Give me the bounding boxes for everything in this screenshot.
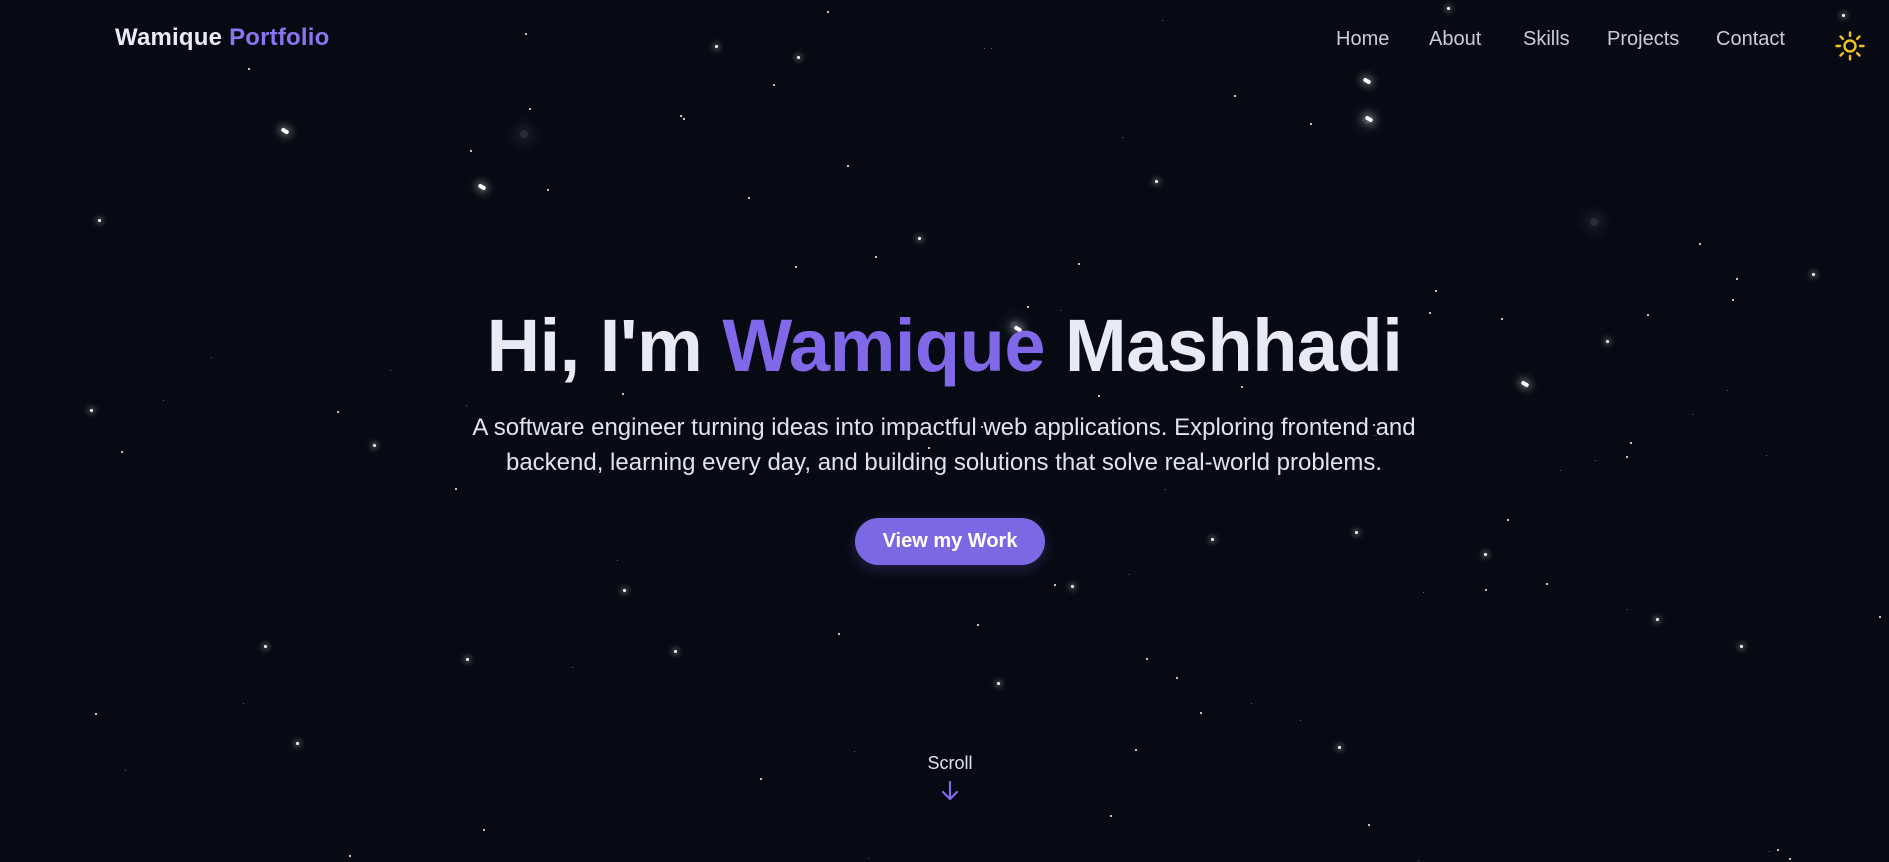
portfolio-page: Wamique Portfolio Home About Skills Proj… [0, 0, 1889, 862]
nav-item-about[interactable]: About [1429, 28, 1523, 51]
arrow-down-icon [941, 780, 959, 801]
brand-logo[interactable]: Wamique Portfolio [115, 24, 330, 52]
brand-name: Wamique [115, 24, 223, 51]
hero-last-name: Mashhadi [1065, 304, 1403, 387]
sun-icon [1835, 31, 1865, 61]
hero-greeting: Hi, I'm [486, 304, 703, 387]
scroll-indicator[interactable]: Scroll [894, 753, 1006, 802]
hero-section: Hi, I'm Wamique Mashhadi A software engi… [0, 0, 1889, 862]
nav-links: Home About Skills Projects Contact [1336, 28, 1806, 51]
hero-subtitle: A software engineer turning ideas into i… [444, 410, 1444, 480]
nav-item-home[interactable]: Home [1336, 28, 1429, 51]
hero-title: Hi, I'm Wamique Mashhadi [0, 302, 1889, 390]
scroll-label: Scroll [927, 753, 973, 773]
hero-subtitle-line2: backend, learning every day, and buildin… [505, 449, 1383, 476]
hero-first-name: Wamique [722, 304, 1045, 387]
nav-item-contact[interactable]: Contact [1716, 28, 1806, 51]
nav-item-skills[interactable]: Skills [1523, 28, 1607, 51]
theme-toggle-button[interactable] [1834, 30, 1866, 62]
nav-item-projects[interactable]: Projects [1607, 28, 1716, 51]
view-work-button[interactable]: View my Work [855, 518, 1045, 565]
navbar: Wamique Portfolio Home About Skills Proj… [0, 0, 1889, 78]
hero-subtitle-line1: A software engineer turning ideas into i… [472, 414, 1416, 441]
brand-suffix: Portfolio [229, 24, 330, 51]
